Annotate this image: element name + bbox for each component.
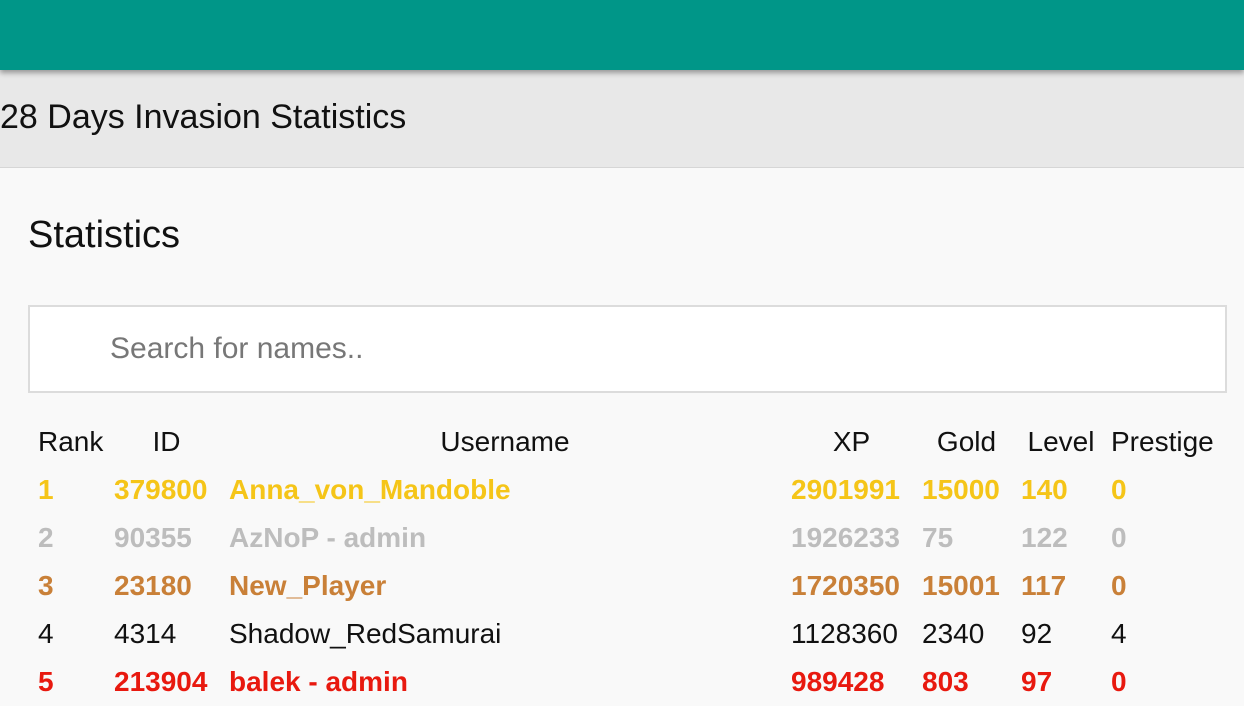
column-header-gold[interactable]: Gold [912,418,1011,466]
cell-rank: 2 [38,522,54,553]
cell-gold: 2340 [922,618,985,649]
cell-gold: 15000 [922,474,1000,505]
cell-prestige: 0 [1111,570,1127,601]
table-row: 1 379800 Anna_von_Mandoble 2901991 15000… [28,466,1244,514]
cell-gold: 803 [922,666,969,697]
column-header-username[interactable]: Username [219,418,781,466]
page-title: 28 Days Invasion Statistics [0,98,407,136]
cell-id: 4314 [114,618,177,649]
cell-level: 97 [1021,666,1053,697]
title-bar: 28 Days Invasion Statistics [0,70,1244,168]
table-row: 3 23180 New_Player 1720350 15001 117 0 [28,562,1244,610]
cell-prestige: 0 [1111,474,1127,505]
cell-id: 379800 [114,474,208,505]
cell-prestige: 0 [1111,522,1127,553]
top-app-bar [0,0,1244,70]
table-header-row: Rank ID Username XP Gold Level Prestige [28,418,1244,466]
cell-xp: 1926233 [791,522,901,553]
cell-username: AzNoP - admin [229,522,427,553]
cell-id: 213904 [114,666,208,697]
table-row: 2 90355 AzNoP - admin 1926233 75 122 0 [28,514,1244,562]
column-header-rank[interactable]: Rank [28,418,104,466]
cell-username: Shadow_RedSamurai [229,618,502,649]
search-input[interactable] [28,305,1227,393]
cell-gold: 75 [922,522,954,553]
column-header-id[interactable]: ID [104,418,219,466]
column-header-level[interactable]: Level [1011,418,1101,466]
cell-id: 90355 [114,522,192,553]
cell-level: 117 [1021,570,1067,601]
cell-prestige: 0 [1111,666,1127,697]
section-title: Statistics [28,214,181,256]
statistics-table: Rank ID Username XP Gold Level Prestige … [28,418,1244,706]
cell-prestige: 4 [1111,618,1127,649]
cell-rank: 4 [38,618,54,649]
cell-level: 122 [1021,522,1068,553]
cell-username: Anna_von_Mandoble [229,474,511,505]
cell-username: balek - admin [229,666,408,697]
cell-username: New_Player [229,570,387,601]
column-header-prestige[interactable]: Prestige [1101,418,1244,466]
table-row: 4 4314 Shadow_RedSamurai 1128360 2340 92… [28,610,1244,658]
cell-xp: 989428 [791,666,885,697]
cell-xp: 1128360 [791,618,898,649]
cell-level: 92 [1021,618,1053,649]
cell-xp: 2901991 [791,474,901,505]
cell-level: 140 [1021,474,1068,505]
cell-rank: 1 [38,474,54,505]
column-header-xp[interactable]: XP [781,418,912,466]
cell-rank: 5 [38,666,54,697]
cell-xp: 1720350 [791,570,901,601]
cell-rank: 3 [38,570,54,601]
cell-id: 23180 [114,570,192,601]
table-row: 5 213904 balek - admin 989428 803 97 0 [28,658,1244,706]
cell-gold: 15001 [922,570,1000,601]
